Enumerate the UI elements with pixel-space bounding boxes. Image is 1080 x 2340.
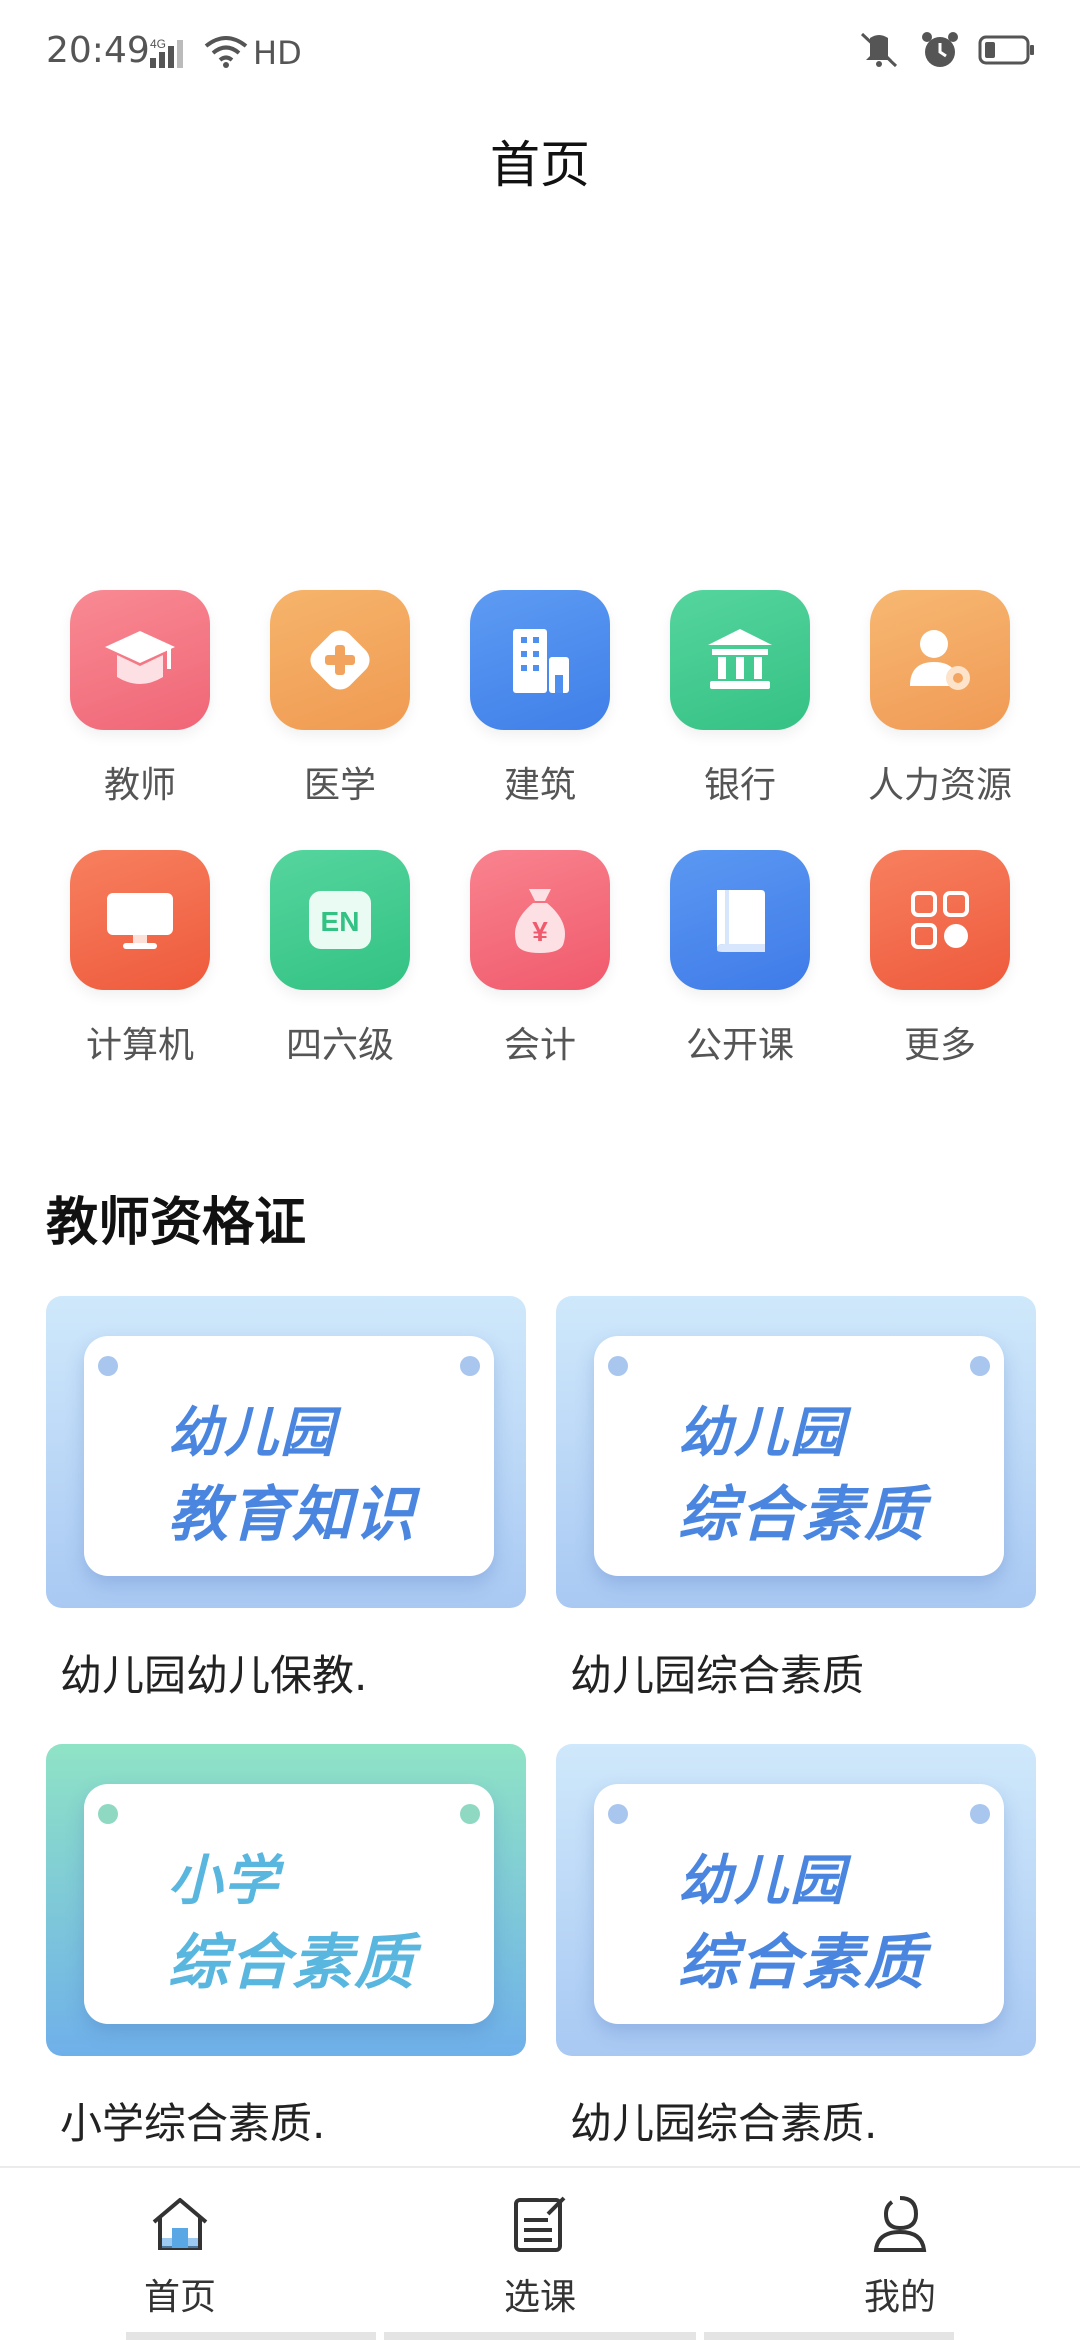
bottom-nav: 首页 选课 我的: [0, 2166, 1080, 2340]
grid-more-icon: [870, 850, 1010, 990]
category-label: 公开课: [685, 1025, 794, 1066]
vibrate-mute-icon: [856, 30, 902, 74]
money-bag-icon: ¥: [470, 850, 610, 990]
cover-note: 幼儿园 综合素质: [594, 1336, 1004, 1576]
cover-note: 小学 综合素质: [84, 1784, 494, 2024]
course-cover: 幼儿园 综合素质: [556, 1296, 1036, 1608]
cover-line2: 教育知识: [168, 1480, 416, 1550]
category-architecture[interactable]: 建筑: [440, 590, 640, 850]
category-label: 会计: [503, 1025, 576, 1066]
course-card[interactable]: 小学 综合素质 小学综合素质.: [46, 1744, 526, 2151]
nav-label: 选课: [503, 2277, 576, 2318]
course-card[interactable]: 幼儿园 教育知识 幼儿园幼儿保教.: [46, 1296, 526, 1703]
course-caption: 幼儿园幼儿保教.: [60, 1651, 368, 1700]
cover-line2: 综合素质: [678, 1480, 926, 1550]
alarm-icon: [920, 30, 960, 74]
course-cover: 小学 综合素质: [46, 1744, 526, 2056]
gesture-bar-segment: [704, 2332, 954, 2340]
cover-line1: 小学: [168, 1849, 280, 1912]
cover-note: 幼儿园 综合素质: [594, 1784, 1004, 2024]
cover-note: 幼儿园 教育知识: [84, 1336, 494, 1576]
category-label: 医学: [303, 765, 376, 806]
category-hr[interactable]: 人力资源: [840, 590, 1040, 850]
category-cet[interactable]: EN 四六级: [240, 850, 440, 1110]
medical-cross-icon: [270, 590, 410, 730]
status-time: 20:49: [46, 30, 150, 71]
course-card[interactable]: 幼儿园 综合素质 幼儿园综合素质.: [556, 1744, 1036, 2151]
status-bar: 20:49 4G HD: [0, 0, 1080, 110]
wifi-icon: [204, 34, 248, 72]
page-title: 首页: [490, 136, 590, 194]
cellular-signal-icon: 4G: [150, 36, 198, 74]
select-course-icon: [508, 2192, 572, 2260]
svg-text:EN: EN: [321, 906, 360, 937]
category-label: 人力资源: [867, 765, 1012, 806]
nav-label: 我的: [863, 2277, 936, 2318]
cover-line2: 综合素质: [678, 1928, 926, 1998]
person-gear-icon: [870, 590, 1010, 730]
category-label: 计算机: [85, 1025, 194, 1066]
svg-text:¥: ¥: [532, 916, 548, 947]
cover-line1: 幼儿园: [678, 1849, 846, 1912]
course-caption: 幼儿园综合素质.: [570, 2099, 878, 2148]
english-icon: EN: [270, 850, 410, 990]
course-caption: 幼儿园综合素质: [570, 1651, 865, 1700]
profile-icon: [868, 2192, 932, 2260]
nav-home[interactable]: 首页: [70, 2168, 290, 2340]
graduation-cap-icon: [70, 590, 210, 730]
hd-indicator: HD: [253, 34, 302, 72]
category-medicine[interactable]: 医学: [240, 590, 440, 850]
cover-line2: 综合素质: [168, 1928, 416, 1998]
monitor-icon: [70, 850, 210, 990]
nav-label: 首页: [143, 2277, 216, 2318]
cover-line1: 幼儿园: [678, 1401, 846, 1464]
building-icon: [470, 590, 610, 730]
category-more[interactable]: 更多: [840, 850, 1040, 1110]
category-label: 四六级: [285, 1025, 394, 1066]
category-label: 银行: [703, 765, 776, 806]
course-cover: 幼儿园 综合素质: [556, 1744, 1036, 2056]
battery-icon: [978, 33, 1036, 71]
bank-icon: [670, 590, 810, 730]
category-accounting[interactable]: ¥ 会计: [440, 850, 640, 1110]
category-label: 教师: [103, 765, 176, 806]
cover-line1: 幼儿园: [168, 1401, 336, 1464]
book-icon: [670, 850, 810, 990]
home-icon: [148, 2192, 212, 2260]
nav-profile[interactable]: 我的: [790, 2168, 1010, 2340]
category-open-course[interactable]: 公开课: [640, 850, 840, 1110]
gesture-bar-segment: [126, 2332, 376, 2340]
category-bank[interactable]: 银行: [640, 590, 840, 850]
nav-select-course[interactable]: 选课: [430, 2168, 650, 2340]
section-title: 教师资格证: [46, 1193, 307, 1253]
gesture-bar-segment: [384, 2332, 696, 2340]
course-cover: 幼儿园 教育知识: [46, 1296, 526, 1608]
category-teacher[interactable]: 教师: [40, 590, 240, 850]
course-card[interactable]: 幼儿园 综合素质 幼儿园综合素质: [556, 1296, 1036, 1703]
category-label: 更多: [903, 1025, 976, 1066]
category-label: 建筑: [503, 765, 576, 806]
course-caption: 小学综合素质.: [60, 2099, 326, 2148]
category-grid: 教师 医学 建筑 银行 人力资源 计算机 EN 四六级 ¥ 会计 公开课 更多: [40, 590, 1040, 1110]
svg-text:4G: 4G: [150, 37, 166, 51]
category-computer[interactable]: 计算机: [40, 850, 240, 1110]
